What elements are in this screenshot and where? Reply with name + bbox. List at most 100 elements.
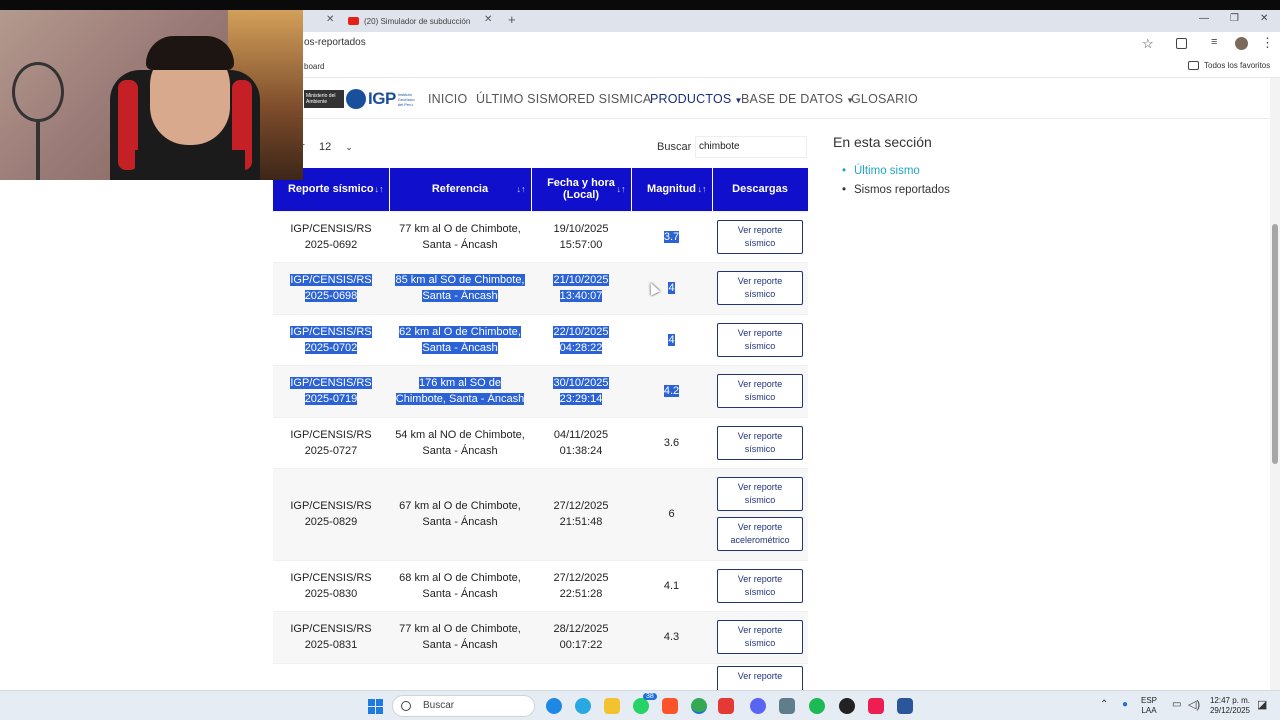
scroll-thumb[interactable] xyxy=(1272,224,1278,464)
network-icon[interactable]: ▭ xyxy=(1172,699,1181,710)
nav-productos[interactable]: PRODUCTOS ▼ xyxy=(650,92,743,106)
seismic-report-button[interactable]: Ver reporte sísmico xyxy=(717,219,803,254)
button-label: acelerométrico xyxy=(730,535,790,545)
header-label: Fecha y hora (Local) xyxy=(547,177,615,202)
magnitude-cell: 4 xyxy=(631,261,712,314)
discord-icon[interactable] xyxy=(750,698,766,714)
magnitude-value: 4.2 xyxy=(663,385,680,397)
search-input[interactable]: chimbote xyxy=(695,136,807,158)
reference-line: Santa - Áncash xyxy=(422,587,498,600)
entries-select[interactable]: 12 ⌄ xyxy=(317,136,365,158)
nav-inicio[interactable]: INICIO xyxy=(428,92,467,106)
date-text: 27/12/2025 xyxy=(553,571,609,584)
calculator-icon[interactable] xyxy=(779,698,795,714)
date-cell: 27/12/2025 22:51:28 xyxy=(531,559,631,611)
reference-cell: 176 km al SO de Chimbote, Santa - Áncash xyxy=(389,364,531,417)
igp-logo-subtitle: Instituto Geofísico del Perú xyxy=(397,91,415,107)
magnitude-value: 6 xyxy=(668,508,675,520)
seismic-report-button[interactable]: Ver reporte sísmico xyxy=(717,568,803,603)
reference-line: Santa - Áncash xyxy=(422,238,498,251)
tab-close-icon[interactable]: ✕ xyxy=(326,14,334,25)
brave-icon[interactable] xyxy=(662,698,678,714)
header-magnitud[interactable]: Magnitud ↓↑ xyxy=(631,168,713,211)
header-referencia[interactable]: Referencia ↓↑ xyxy=(389,168,532,211)
seismic-report-button[interactable]: Ver reporte sísmico xyxy=(717,271,803,305)
table-row: IGP/CENSIS/RS 2025-0702 62 km al O de Chi… xyxy=(273,313,808,365)
whatsapp-icon[interactable] xyxy=(633,698,649,714)
tray-chevron-icon[interactable]: ⌃ xyxy=(1100,699,1108,710)
spotify-icon[interactable] xyxy=(809,698,825,714)
ministry-logo[interactable]: Ministerio del Ambiente xyxy=(304,90,344,108)
minimize-icon[interactable]: — xyxy=(1199,13,1209,24)
star-icon[interactable]: ☆ xyxy=(1142,36,1154,52)
volume-icon[interactable]: ◁) xyxy=(1188,698,1200,711)
igp-logo-text: IGP xyxy=(368,89,396,108)
seismic-report-button[interactable]: Ver reporte sísmico xyxy=(717,620,803,654)
notification-badge: 38 xyxy=(643,693,657,700)
word-icon[interactable] xyxy=(897,698,913,714)
taskbar-search[interactable]: Buscar xyxy=(392,695,535,717)
reference-cell: 77 km al O de Chimbote, Santa - Áncash xyxy=(389,610,531,663)
report-cell: IGP/CENSIS/RS 2025-0829 xyxy=(273,467,389,560)
igp-logo[interactable]: IGP Instituto Geofísico del Perú xyxy=(346,88,415,110)
clock[interactable]: 12:47 p. m. 29/12/2025 xyxy=(1206,696,1254,716)
notifications-icon[interactable]: ◪ xyxy=(1257,698,1267,711)
downloads-cell: Ver reporte sísmico xyxy=(712,559,808,611)
page-scrollbar[interactable] xyxy=(1270,78,1280,690)
button-label: sísmico xyxy=(744,638,776,648)
profile-avatar[interactable] xyxy=(1235,37,1248,50)
close-window-icon[interactable]: ✕ xyxy=(1260,13,1268,24)
seismic-report-button[interactable]: Ver reporte sísmico xyxy=(717,374,803,408)
chrome-icon[interactable] xyxy=(691,698,707,714)
button-label: sísmico xyxy=(744,237,776,248)
button-label: Ver reporte xyxy=(737,224,783,235)
windows-start-icon[interactable] xyxy=(368,699,383,714)
time-text: 13:40:07 xyxy=(559,290,603,302)
report-num: 2025-0692 xyxy=(304,238,358,251)
browser-tab[interactable]: (20) Simulador de subducción xyxy=(348,10,488,32)
link-sismos-reportados[interactable]: Sismos reportados xyxy=(842,184,950,203)
file-explorer-icon[interactable] xyxy=(604,698,620,714)
nav-ultimo-sismo[interactable]: ÚLTIMO SISMO xyxy=(476,92,568,106)
all-bookmarks[interactable]: Todos los favoritos xyxy=(1188,61,1270,70)
link-ultimo-sismo[interactable]: Último sismo xyxy=(842,165,950,184)
url-text[interactable]: os-reportados xyxy=(304,37,366,48)
downloads-cell: Ver reporte sísmico xyxy=(712,364,808,417)
header-fecha[interactable]: Fecha y hora (Local) ↓↑ xyxy=(531,168,632,211)
sort-icon: ↓↑ xyxy=(516,184,526,194)
telegram-icon[interactable] xyxy=(575,698,591,714)
magnitude-cell: 4.2 xyxy=(631,364,712,417)
tab-close-icon[interactable]: ✕ xyxy=(484,14,492,25)
clock-time: 12:47 p. m. xyxy=(1209,696,1251,705)
ministry-logo-text: Ministerio del Ambiente xyxy=(306,93,336,105)
new-tab-icon[interactable]: + xyxy=(508,12,516,27)
seismic-report-button[interactable]: Ver reporte sísmico xyxy=(717,322,803,357)
menu-icon[interactable]: ⋮ xyxy=(1261,35,1274,51)
extensions-icon[interactable] xyxy=(1176,38,1187,49)
bookmark-item[interactable]: board xyxy=(304,62,324,71)
maximize-icon[interactable]: ❐ xyxy=(1230,13,1239,24)
reference-line: 67 km al O de Chimbote, xyxy=(399,500,521,512)
reference-line: Chimbote, Santa - Áncash xyxy=(395,393,525,405)
accelerometric-report-button[interactable]: Ver reporte acelerométrico xyxy=(717,517,803,551)
button-label: Ver reporte xyxy=(737,430,783,441)
seismic-report-button[interactable]: Ver reporte sísmico xyxy=(717,425,803,460)
nav-glosario[interactable]: GLOSARIO xyxy=(851,92,918,106)
typora-icon[interactable] xyxy=(718,698,734,714)
report-cell: IGP/CENSIS/RS 2025-0692 xyxy=(273,210,389,262)
nav-red-sismica[interactable]: RED SISMICA xyxy=(568,92,651,106)
microphone-icon[interactable]: ● xyxy=(1122,699,1128,710)
button-label: sísmico xyxy=(744,495,776,505)
media-control-icon[interactable]: ≡ xyxy=(1211,36,1217,48)
edge-icon[interactable] xyxy=(546,698,562,714)
date-text: 27/12/2025 xyxy=(553,500,609,512)
nav-base-de-datos[interactable]: BASE DE DATOS ▼ xyxy=(741,92,854,106)
obs-icon[interactable] xyxy=(839,698,855,714)
section-links: Último sismo Sismos reportados xyxy=(842,165,950,203)
language-indicator[interactable]: ESP LAA xyxy=(1141,696,1157,716)
time-text: 04:28:22 xyxy=(559,341,603,354)
reference-line: 77 km al O de Chimbote, xyxy=(399,222,521,235)
seismic-report-button[interactable]: Ver reporte sísmico xyxy=(717,477,803,511)
tiktok-icon[interactable] xyxy=(868,698,884,714)
header-label: Descargas xyxy=(732,183,788,196)
